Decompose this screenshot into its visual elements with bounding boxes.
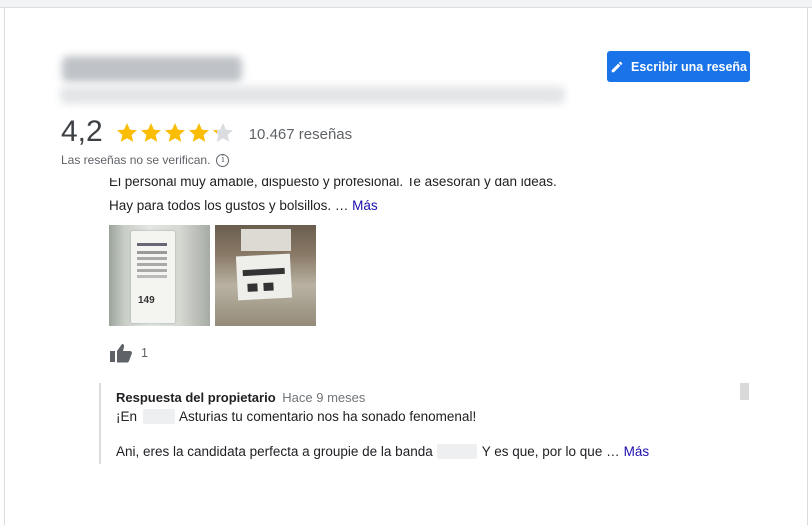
reply-text-line: ¡En Asturias tu comentario nos ha sonado… xyxy=(116,409,476,424)
review-photo[interactable]: 149 xyxy=(109,225,210,326)
rating-summary: 4,2 10.467 reseñas xyxy=(61,116,352,148)
reply-text-part: Ani, eres la candidata perfecta a groupi… xyxy=(116,444,433,459)
review-text-line: Hay para todos los gustos y bolsillos. …… xyxy=(109,198,378,213)
scrollbar-thumb[interactable] xyxy=(740,383,749,400)
star-icon xyxy=(140,123,161,142)
redacted-text xyxy=(143,409,176,424)
pencil-icon xyxy=(611,61,623,72)
divider xyxy=(807,8,808,525)
photo-detail xyxy=(235,253,293,301)
reply-text-part: Y es que, por lo que … xyxy=(481,444,620,459)
reply-text-line: Ani, eres la candidata perfecta a groupi… xyxy=(116,444,649,459)
unverified-note: Las reseñas no se verifican. i xyxy=(61,153,230,167)
review-photo[interactable] xyxy=(215,225,316,326)
like-count: 1 xyxy=(141,346,148,360)
place-name-redacted xyxy=(62,56,242,82)
price-tag xyxy=(131,231,175,323)
review-text-1: El personal muy amable, dispuesto y prof… xyxy=(109,178,557,189)
write-review-label: Escribir una reseña xyxy=(630,59,748,74)
photo-detail xyxy=(241,229,291,251)
reply-text-part: Asturias tu comentario nos ha sonado fen… xyxy=(179,409,477,424)
place-address-redacted xyxy=(60,86,565,104)
write-review-button[interactable]: Escribir una reseña xyxy=(607,51,750,82)
star-icon xyxy=(188,123,209,142)
divider xyxy=(4,8,5,525)
reply-more-link[interactable]: Más xyxy=(624,444,650,459)
review-count[interactable]: 10.467 reseñas xyxy=(249,126,352,143)
unverified-text: Las reseñas no se verifican. xyxy=(61,153,211,167)
review-text-line: El personal muy amable, dispuesto y prof… xyxy=(109,178,557,191)
redacted-text xyxy=(436,444,477,459)
star-icon xyxy=(212,123,233,142)
star-icon xyxy=(116,123,137,142)
rating-value: 4,2 xyxy=(61,115,103,148)
like-row: 1 xyxy=(109,343,148,363)
reply-time: Hace 9 meses xyxy=(282,390,366,405)
owner-reply: Respuesta del propietario Hace 9 meses ¡… xyxy=(99,383,699,464)
reviews-dialog: Escribir una reseña 4,2 10.467 reseñas L… xyxy=(0,0,812,525)
owner-label: Respuesta del propietario xyxy=(116,390,276,405)
star-rating xyxy=(115,121,235,145)
owner-reply-header: Respuesta del propietario Hace 9 meses xyxy=(116,390,365,405)
more-link[interactable]: Más xyxy=(352,198,378,213)
top-strip xyxy=(0,0,812,8)
star-icon xyxy=(164,123,185,142)
thumbs-up-icon[interactable] xyxy=(109,343,133,363)
photo-price: 149 xyxy=(138,295,155,306)
info-icon[interactable]: i xyxy=(216,153,230,167)
reply-text-part: ¡En xyxy=(116,409,138,424)
review-text-2: Hay para todos los gustos y bolsillos. … xyxy=(109,198,349,213)
